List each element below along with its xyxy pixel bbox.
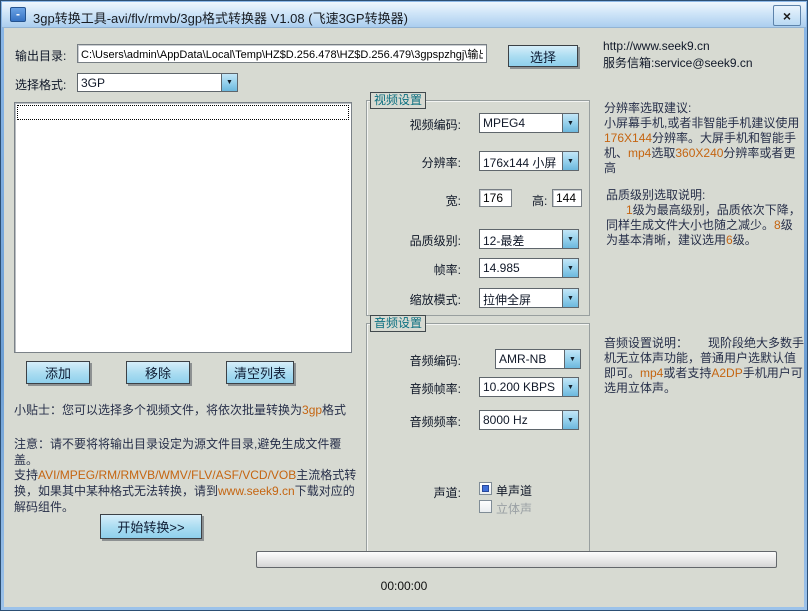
website-link[interactable]: http://www.seek9.cn: [603, 39, 710, 53]
video-codec-select[interactable]: MPEG4 ▼: [479, 113, 579, 133]
mono-checkbox[interactable]: [479, 482, 492, 495]
audio-frequency-label: 音频频率:: [367, 413, 461, 430]
audio-bitrate-label: 音频帧率:: [367, 380, 461, 397]
browse-button[interactable]: 选择: [508, 45, 578, 67]
stereo-checkbox-label: 立体声: [496, 500, 532, 517]
chevron-down-icon: ▼: [562, 411, 578, 429]
audio-frequency-value: 8000 Hz: [480, 411, 562, 429]
tip-supported-formats: 支持AVI/MPEG/RM/RMVB/WMV/FLV/ASF/VCD/VOB主流…: [14, 467, 358, 515]
quality-value: 12-最差: [480, 230, 562, 248]
format-value: 3GP: [78, 74, 221, 91]
chevron-down-icon: ▼: [562, 152, 578, 170]
scale-mode-label: 缩放模式:: [367, 291, 461, 308]
audio-advice-note: 音频设置说明： 现阶段绝大多数手机无立体声功能，普通用户选默认值即可。mp4或者…: [604, 336, 804, 396]
framerate-label: 帧率:: [367, 261, 461, 278]
quality-select[interactable]: 12-最差 ▼: [479, 229, 579, 249]
resolution-advice-note: 分辨率选取建议: 小屏幕手机,或者非智能手机建议使用176X144分辨率。大屏手…: [604, 101, 804, 176]
title-bar: - 3gp转换工具-avi/flv/rmvb/3gp格式转换器 V1.08 (飞…: [2, 2, 806, 28]
list-focus-rect: [17, 105, 349, 120]
audio-settings-group: 音频设置 音频编码: AMR-NB ▼ 音频帧率: 10.200 KBPS ▼ …: [366, 323, 590, 555]
video-codec-label: 视频编码:: [367, 116, 461, 133]
format-select[interactable]: 3GP ▼: [77, 73, 238, 92]
quality-label: 品质级别:: [367, 232, 461, 249]
framerate-value: 14.985: [480, 259, 562, 277]
video-codec-value: MPEG4: [480, 114, 562, 132]
close-button[interactable]: ×: [773, 5, 801, 26]
window: - 3gp转换工具-avi/flv/rmvb/3gp格式转换器 V1.08 (飞…: [0, 0, 808, 611]
audio-codec-value: AMR-NB: [496, 350, 564, 368]
chevron-down-icon: ▼: [221, 74, 237, 91]
quality-advice-note: 品质级别选取说明: 1级为最高级别，品质依次下降，同样生成文件大小也随之减少。8…: [606, 188, 802, 248]
scale-mode-select[interactable]: 拉伸全屏 ▼: [479, 288, 579, 308]
add-button[interactable]: 添加: [26, 361, 90, 384]
output-dir-label: 输出目录:: [15, 47, 66, 64]
start-convert-button[interactable]: 开始转换>>: [100, 514, 202, 539]
chevron-down-icon: ▼: [562, 230, 578, 248]
progress-bar: [256, 551, 777, 568]
height-input[interactable]: [552, 189, 582, 207]
client-area: 输出目录: 选择 http://www.seek9.cn 服务信箱:servic…: [4, 28, 804, 607]
close-icon: ×: [783, 8, 791, 24]
elapsed-time: 00:00:00: [4, 579, 804, 593]
width-label: 宽:: [367, 192, 461, 209]
mono-checkbox-label: 单声道: [496, 482, 532, 499]
remove-button[interactable]: 移除: [126, 361, 190, 384]
audio-bitrate-select[interactable]: 10.200 KBPS ▼: [479, 377, 579, 397]
window-title: 3gp转换工具-avi/flv/rmvb/3gp格式转换器 V1.08 (飞速3…: [33, 8, 408, 27]
chevron-down-icon: ▼: [562, 259, 578, 277]
audio-settings-legend: 音频设置: [370, 315, 426, 332]
chevron-down-icon: ▼: [562, 114, 578, 132]
chevron-down-icon: ▼: [564, 350, 580, 368]
clear-list-button[interactable]: 清空列表: [226, 361, 294, 384]
scale-mode-value: 拉伸全屏: [480, 289, 562, 307]
chevron-down-icon: ▼: [562, 289, 578, 307]
audio-codec-label: 音频编码:: [367, 352, 461, 369]
audio-bitrate-value: 10.200 KBPS: [480, 378, 562, 396]
resolution-label: 分辨率:: [367, 154, 461, 171]
resolution-value: 176x144 小屏: [480, 152, 562, 170]
audio-codec-select[interactable]: AMR-NB ▼: [495, 349, 581, 369]
tip-batch-note: 小贴士：您可以选择多个视频文件，将依次批量转换为3gp格式: [14, 402, 358, 418]
framerate-select[interactable]: 14.985 ▼: [479, 258, 579, 278]
app-icon: -: [10, 7, 26, 22]
video-settings-group: 视频设置 视频编码: MPEG4 ▼ 分辨率: 176x144 小屏 ▼ 宽: …: [366, 100, 590, 316]
audio-frequency-select[interactable]: 8000 Hz ▼: [479, 410, 579, 430]
height-label: 高:: [532, 192, 547, 209]
format-label: 选择格式:: [15, 76, 66, 93]
stereo-checkbox: [479, 500, 492, 513]
video-settings-legend: 视频设置: [370, 92, 426, 109]
chevron-down-icon: ▼: [562, 378, 578, 396]
width-input[interactable]: [479, 189, 512, 207]
support-email: 服务信箱:service@seek9.cn: [603, 54, 753, 71]
resolution-select[interactable]: 176x144 小屏 ▼: [479, 151, 579, 171]
channel-label: 声道:: [367, 484, 461, 501]
output-dir-input[interactable]: [77, 44, 487, 63]
tip-output-warning: 注意：请不要将将输出目录设定为源文件目录,避免生成文件覆盖。: [14, 436, 358, 468]
file-listbox[interactable]: [14, 102, 352, 353]
